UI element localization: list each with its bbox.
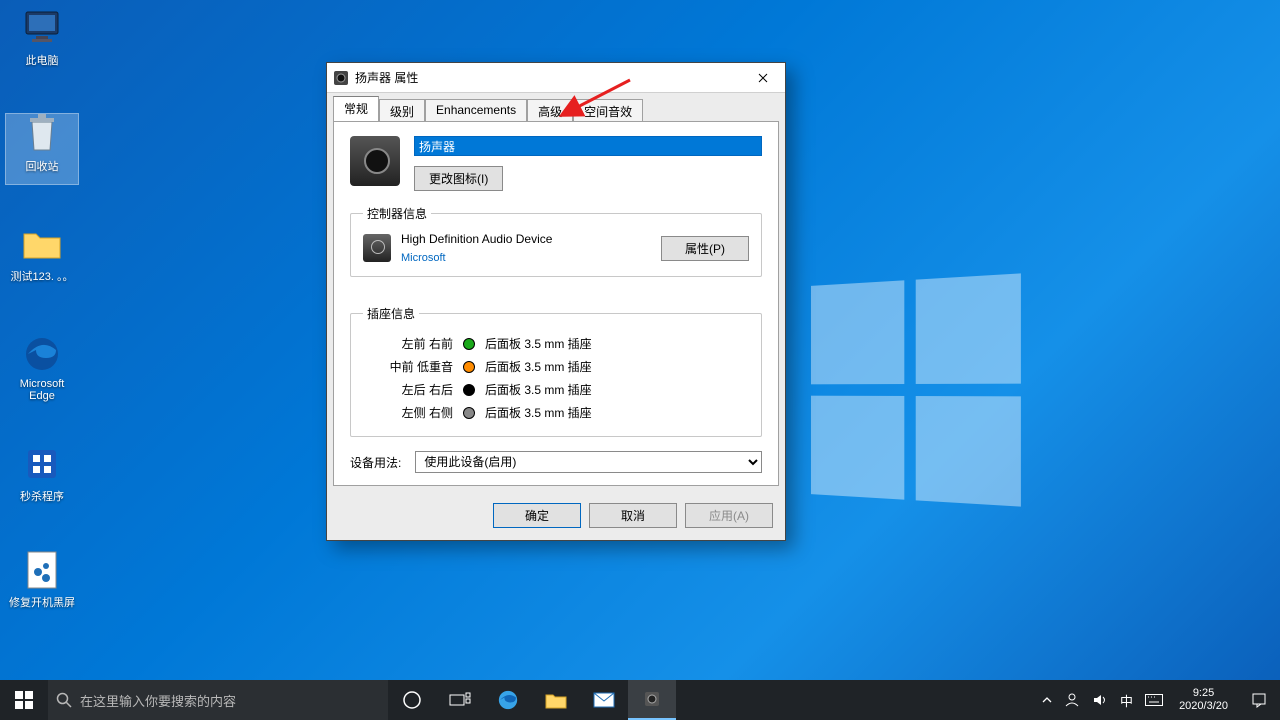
- search-icon: [56, 692, 72, 708]
- dialog-title: 扬声器 属性: [355, 69, 741, 86]
- jack-info-group: 插座信息 左前 右前 后面板 3.5 mm 插座 中前 低重音 后面板 3.5 …: [350, 305, 762, 437]
- device-name-input[interactable]: [414, 136, 762, 156]
- desktop-icon-seckill[interactable]: 秒杀程序: [6, 444, 78, 504]
- jack-desc: 后面板 3.5 mm 插座: [485, 381, 592, 398]
- tray-clock[interactable]: 9:25 2020/3/20: [1169, 687, 1238, 713]
- app-icon: [22, 444, 62, 484]
- jack-dot-icon: [463, 361, 475, 373]
- controller-legend: 控制器信息: [363, 205, 431, 222]
- ok-button[interactable]: 确定: [493, 503, 581, 528]
- system-tray: 中 9:25 2020/3/20: [1036, 680, 1280, 720]
- jack-dot-icon: [463, 338, 475, 350]
- tray-ime-indicator[interactable]: 中: [1114, 680, 1139, 720]
- close-button[interactable]: [741, 63, 785, 93]
- tab-general[interactable]: 常规: [333, 96, 379, 121]
- icon-label: 此电脑: [26, 55, 59, 67]
- speaker-icon: [333, 70, 349, 86]
- icon-label: 测试123. 。。: [11, 271, 74, 283]
- desktop-icon-fix-boot[interactable]: 修复开机黑屏: [6, 550, 78, 610]
- taskbar-app-mail[interactable]: [580, 680, 628, 720]
- change-icon-button[interactable]: 更改图标(I): [414, 166, 503, 191]
- jack-label: 左侧 右侧: [363, 404, 453, 421]
- jack-dot-icon: [463, 407, 475, 419]
- start-button[interactable]: [0, 680, 48, 720]
- tray-chevron-up-icon[interactable]: [1036, 680, 1058, 720]
- device-image: [350, 136, 400, 186]
- speaker-properties-dialog: 扬声器 属性 常规 级别 Enhancements 高级 空间音效 更改图标(I…: [326, 62, 786, 541]
- cancel-button[interactable]: 取消: [589, 503, 677, 528]
- jack-label: 左后 右后: [363, 381, 453, 398]
- wallpaper-logo: [811, 273, 1021, 506]
- jack-legend: 插座信息: [363, 305, 419, 322]
- tray-people-icon[interactable]: [1058, 680, 1086, 720]
- jack-label: 中前 低重音: [363, 358, 453, 375]
- jack-row: 左后 右后 后面板 3.5 mm 插座: [363, 378, 749, 401]
- jack-desc: 后面板 3.5 mm 插座: [485, 404, 592, 421]
- jack-desc: 后面板 3.5 mm 插座: [485, 335, 592, 352]
- dialog-button-row: 确定 取消 应用(A): [327, 493, 785, 540]
- controller-name: High Definition Audio Device: [401, 232, 651, 246]
- icon-label: Microsoft Edge: [20, 378, 65, 402]
- titlebar[interactable]: 扬声器 属性: [327, 63, 785, 93]
- tray-notifications-icon[interactable]: [1238, 692, 1280, 708]
- taskbar-app-edge[interactable]: [484, 680, 532, 720]
- computer-icon: [22, 8, 62, 48]
- controller-info-group: 控制器信息 High Definition Audio Device Micro…: [350, 205, 762, 277]
- jack-row: 中前 低重音 后面板 3.5 mm 插座: [363, 355, 749, 378]
- taskbar-app-sound[interactable]: [628, 680, 676, 720]
- desktop: 此电脑 回收站 测试123. 。。 Microsoft Edge 秒杀程序 修复…: [0, 0, 1280, 720]
- taskbar-app-explorer[interactable]: [532, 680, 580, 720]
- taskbar: 在这里输入你要搜索的内容: [0, 680, 1280, 720]
- jack-row: 左前 右前 后面板 3.5 mm 插座: [363, 332, 749, 355]
- tab-page-general: 更改图标(I) 控制器信息 High Definition Audio Devi…: [333, 121, 779, 486]
- folder-icon: [22, 224, 62, 264]
- recycle-bin-icon: [22, 114, 62, 154]
- edge-icon: [22, 334, 62, 374]
- tray-volume-icon[interactable]: [1086, 680, 1114, 720]
- desktop-icon-this-pc[interactable]: 此电脑: [6, 8, 78, 68]
- search-placeholder: 在这里输入你要搜索的内容: [80, 691, 236, 710]
- apply-button[interactable]: 应用(A): [685, 503, 773, 528]
- desktop-icon-recycle-bin[interactable]: 回收站: [6, 114, 78, 184]
- desktop-icon-edge[interactable]: Microsoft Edge: [6, 334, 78, 402]
- icon-label: 回收站: [26, 161, 59, 173]
- tray-time: 9:25: [1179, 687, 1228, 700]
- taskbar-taskview[interactable]: [436, 680, 484, 720]
- jack-desc: 后面板 3.5 mm 插座: [485, 358, 592, 375]
- jack-row: 左侧 右侧 后面板 3.5 mm 插座: [363, 401, 749, 424]
- taskbar-cortana[interactable]: [388, 680, 436, 720]
- jack-dot-icon: [463, 384, 475, 396]
- controller-properties-button[interactable]: 属性(P): [661, 236, 749, 261]
- jack-label: 左前 右前: [363, 335, 453, 352]
- tray-date: 2020/3/20: [1179, 700, 1228, 713]
- controller-icon: [363, 234, 391, 262]
- controller-vendor: Microsoft: [401, 252, 651, 264]
- desktop-icon-folder-test[interactable]: 测试123. 。。: [6, 224, 78, 284]
- device-usage-label: 设备用法:: [350, 454, 401, 471]
- device-usage-select[interactable]: 使用此设备(启用): [415, 451, 762, 473]
- taskbar-search[interactable]: 在这里输入你要搜索的内容: [48, 680, 388, 720]
- icon-label: 修复开机黑屏: [9, 597, 75, 609]
- icon-label: 秒杀程序: [20, 491, 64, 503]
- settings-file-icon: [22, 550, 62, 590]
- tray-keyboard-icon[interactable]: [1139, 680, 1169, 720]
- tabstrip: 常规 级别 Enhancements 高级 空间音效: [327, 93, 785, 122]
